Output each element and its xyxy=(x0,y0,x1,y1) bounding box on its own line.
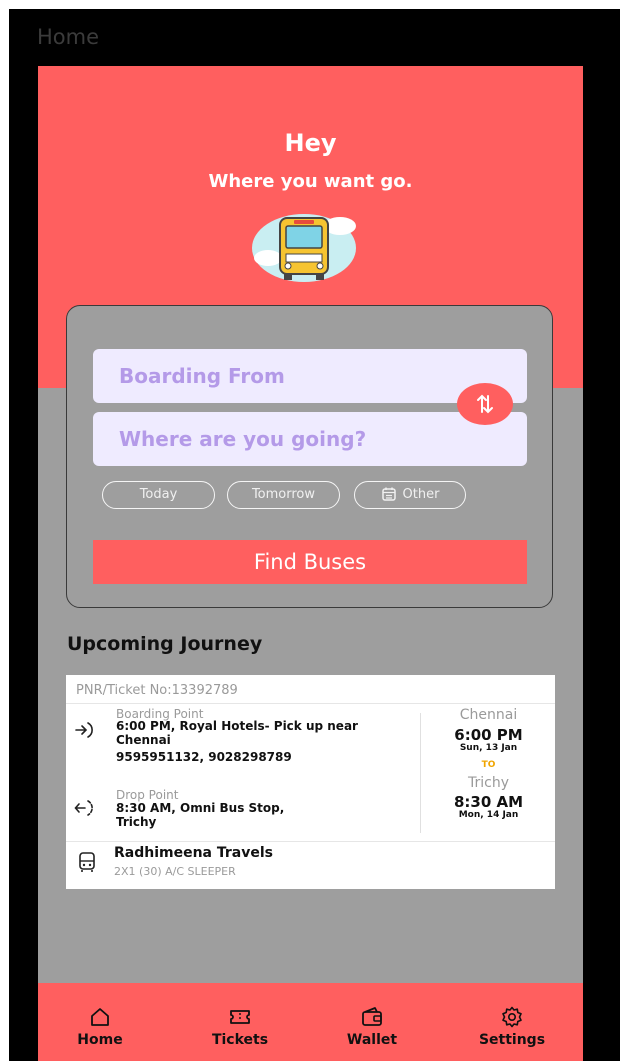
nav-item-tickets[interactable]: Tickets xyxy=(190,983,290,1061)
bus-type: 2X1 (30) A/C SLEEPER xyxy=(114,865,236,878)
nav-item-settings[interactable]: Settings xyxy=(462,983,562,1061)
swap-icon xyxy=(477,394,493,414)
date-chip-other[interactable]: Other xyxy=(354,481,466,509)
drop-point-line1: 8:30 AM, Omni Bus Stop, xyxy=(116,801,285,815)
settings-icon xyxy=(502,1006,522,1028)
bottom-navigation: Home Tickets Wallet Settings xyxy=(38,983,583,1061)
boarding-point-icon xyxy=(75,722,93,738)
search-card: Boarding From Where are you going? Today… xyxy=(66,305,553,608)
nav-item-wallet[interactable]: Wallet xyxy=(322,983,422,1061)
home-icon xyxy=(91,1008,109,1026)
hero-subtitle: Where you want go. xyxy=(208,171,413,192)
nav-item-home[interactable]: Home xyxy=(50,983,150,1061)
drop-point-icon xyxy=(74,800,93,816)
boarding-phones: 9595951132, 9028298789 xyxy=(116,750,292,764)
to-city: Trichy xyxy=(468,775,509,791)
boarding-point-line1: 6:00 PM, Royal Hotels- Pick up near xyxy=(116,719,358,733)
date-chip-today[interactable]: Today xyxy=(102,481,215,509)
from-city: Chennai xyxy=(459,707,518,723)
nav-label-tickets: Tickets xyxy=(211,1032,269,1048)
main-content: Hey Where you want go. Boarding From Whe… xyxy=(38,66,583,1049)
journey-card[interactable]: PNR/Ticket No:13392789 Boarding Point 6:… xyxy=(66,675,555,889)
upcoming-journey-heading: Upcoming Journey xyxy=(67,633,263,655)
drop-point-label: Drop Point xyxy=(116,788,179,802)
bus-icon xyxy=(79,852,95,872)
to-label: TO xyxy=(481,760,496,770)
find-buses-button[interactable]: Find Buses xyxy=(93,540,527,584)
pnr-number: PNR/Ticket No:13392789 xyxy=(76,683,238,698)
divider xyxy=(420,713,421,833)
hero-title: Hey xyxy=(284,129,337,157)
wallet-icon xyxy=(362,1007,382,1026)
from-date: Sun, 13 Jan xyxy=(459,743,518,753)
to-date: Mon, 14 Jan xyxy=(458,810,519,820)
operator-name: Radhimeena Travels xyxy=(114,845,273,861)
from-time: 6:00 PM xyxy=(454,726,523,744)
ticket-icon xyxy=(230,1010,250,1024)
nav-label-home: Home xyxy=(77,1032,123,1048)
calendar-icon xyxy=(381,487,396,501)
divider xyxy=(66,703,555,704)
date-chip-other-label: Other xyxy=(402,487,440,502)
divider xyxy=(66,841,555,842)
swap-button[interactable] xyxy=(457,383,513,425)
to-time: 8:30 AM xyxy=(453,793,524,811)
drop-point-line2: Trichy xyxy=(116,815,157,829)
date-chip-tomorrow[interactable]: Tomorrow xyxy=(227,481,340,509)
nav-label-wallet: Wallet xyxy=(346,1032,398,1048)
app-title: Home xyxy=(37,25,100,49)
bus-illustration-icon xyxy=(252,214,356,282)
boarding-point-line2: Chennai xyxy=(116,733,171,747)
nav-label-settings: Settings xyxy=(478,1032,546,1048)
phone-screen: Home Hey Where you want go. Boarding Fro… xyxy=(9,9,620,1061)
